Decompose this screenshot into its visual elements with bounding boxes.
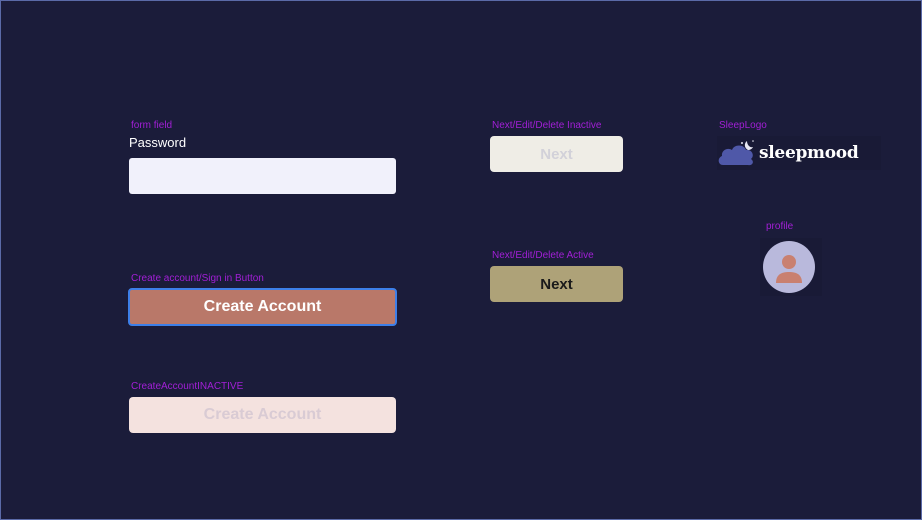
- avatar[interactable]: [763, 241, 815, 293]
- next-active-button[interactable]: Next: [490, 266, 623, 302]
- password-input[interactable]: [129, 158, 396, 194]
- caption-create-button: Create account/Sign in Button: [131, 273, 264, 284]
- caption-next-active: Next/Edit/Delete Active: [492, 250, 594, 261]
- logo-text: sleepmood: [759, 143, 859, 163]
- caption-logo: SleepLogo: [719, 120, 767, 131]
- user-icon: [776, 255, 802, 283]
- cloud-moon-icon: [718, 140, 754, 166]
- sleepmood-logo: sleepmood: [717, 136, 881, 170]
- profile-avatar-box[interactable]: [760, 238, 822, 296]
- caption-create-inactive: CreateAccountINACTIVE: [131, 381, 244, 392]
- create-account-inactive-button[interactable]: Create Account: [129, 397, 396, 433]
- caption-form-field: form field: [131, 120, 173, 131]
- password-label: Password: [129, 135, 187, 150]
- next-inactive-button[interactable]: Next: [490, 136, 623, 172]
- caption-next-inactive: Next/Edit/Delete Inactive: [492, 120, 602, 131]
- caption-profile: profile: [766, 221, 794, 232]
- create-account-button[interactable]: Create Account: [128, 288, 397, 326]
